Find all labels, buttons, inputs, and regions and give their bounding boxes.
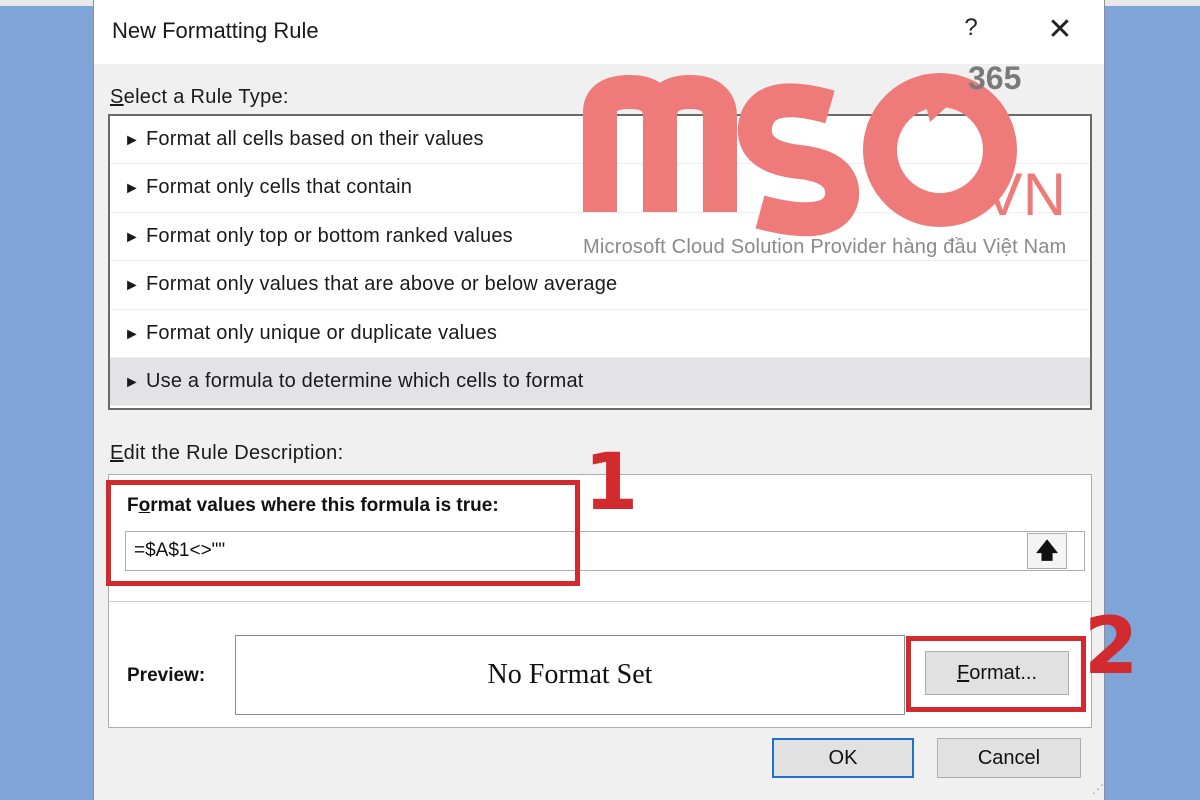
bullet-arrow-icon: ► — [124, 277, 141, 295]
divider — [109, 601, 1091, 602]
bullet-arrow-icon: ► — [124, 373, 141, 391]
close-button[interactable]: ✕ — [1040, 10, 1080, 50]
annotation-box-formula — [106, 480, 580, 586]
logo-vn-suffix: .VN — [966, 161, 1067, 228]
rule-description-label: Edit the Rule Description: — [110, 442, 344, 464]
bullet-arrow-icon: ► — [124, 132, 141, 149]
collapse-dialog-button[interactable]: 🡅 — [1027, 533, 1067, 569]
title-bar: New Formatting Rule ? ✕ — [94, 0, 1104, 64]
resize-grip-icon[interactable]: ⋰ — [1092, 782, 1104, 796]
cancel-button[interactable]: Cancel — [937, 738, 1081, 778]
ok-button[interactable]: OK — [772, 738, 914, 778]
rule-type-label: Select a Rule Type: — [110, 86, 289, 108]
preview-box: No Format Set — [235, 635, 905, 715]
logo-tagline: Microsoft Cloud Solution Provider hàng đ… — [583, 236, 1067, 258]
logo-365: 365 — [968, 60, 1022, 96]
dialog-title: New Formatting Rule — [112, 18, 319, 43]
preview-label: Preview: — [127, 665, 206, 686]
collapse-arrow-icon: 🡅 — [1035, 538, 1059, 563]
rule-type-item-unique-duplicate[interactable]: ► Format only unique or duplicate values — [110, 310, 1090, 358]
bullet-arrow-icon: ► — [124, 180, 141, 198]
rule-type-item-use-formula[interactable]: ► Use a formula to determine which cells … — [110, 357, 1090, 407]
annotation-number-2: 2 — [1084, 602, 1139, 692]
bullet-arrow-icon: ► — [124, 325, 141, 343]
annotation-number-1: 1 — [584, 438, 639, 528]
close-icon: ✕ — [1047, 13, 1073, 46]
annotation-box-format — [906, 636, 1086, 712]
bullet-arrow-icon: ► — [124, 228, 141, 246]
help-button[interactable]: ? — [960, 14, 982, 48]
